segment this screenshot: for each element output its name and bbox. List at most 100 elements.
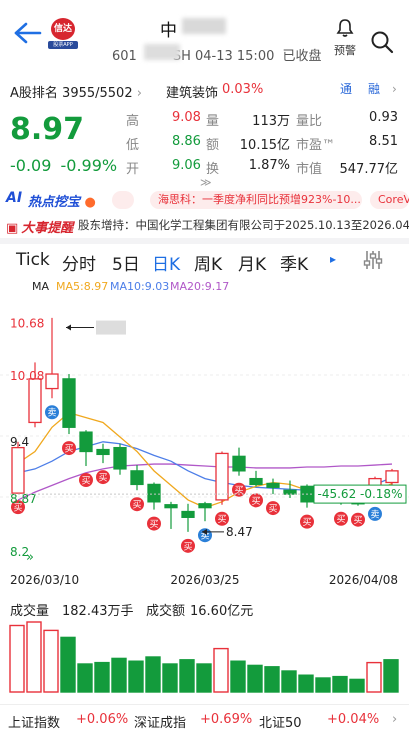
news-pill[interactable]: 海思科：一季度净利同比预增923%-10... (150, 191, 362, 209)
candle-body (96, 448, 110, 456)
broker-logo: 信达 股票APP (48, 16, 78, 50)
volume-bar (315, 677, 331, 693)
volume-bar (213, 647, 229, 693)
tab-5[interactable]: 月K (238, 250, 266, 275)
calendar-icon: ▣ (6, 221, 19, 236)
tab-1[interactable]: 分时 (62, 250, 96, 275)
chevron-right-icon: › (136, 86, 142, 101)
stat-label: 市盈™ (296, 138, 336, 153)
chevron-right-icon[interactable]: › (392, 82, 397, 96)
tab-2[interactable]: 5日 (112, 250, 140, 275)
signal-text: 买 (81, 476, 90, 487)
back-arrow-icon[interactable] (12, 20, 42, 46)
tab-6[interactable]: 季K (280, 250, 308, 275)
stat-label: 量 (206, 114, 220, 129)
tab-0[interactable]: Tick (16, 250, 50, 270)
settings-sliders-icon[interactable] (362, 248, 384, 272)
volume-bar (26, 621, 42, 693)
sector-name[interactable]: 建筑装饰 (166, 82, 218, 101)
volume-bar (281, 670, 297, 693)
a-share-rank[interactable]: A股排名 3955/5502 › (10, 82, 142, 101)
signal-text: 买 (149, 519, 158, 530)
tag-rong: 融 (368, 82, 381, 96)
volume-bar (247, 664, 263, 693)
candle-body (130, 470, 144, 486)
candle-body (147, 483, 161, 503)
alert-button[interactable]: 预警 (330, 18, 360, 62)
stat-value: 9.08 (172, 110, 201, 125)
stat-label: 市值 (296, 162, 323, 177)
candle-body (385, 470, 399, 484)
more-tabs-icon[interactable]: ▸ (330, 252, 336, 266)
event-badge-label: 大事提醒 (21, 221, 74, 236)
volume-bar (9, 624, 25, 693)
signal-text: 卖 (47, 408, 56, 419)
candle-body (266, 482, 280, 488)
y-label: 9.4 (10, 435, 29, 449)
volume-bar (298, 674, 314, 693)
rank-value: 3955/5502 (62, 86, 133, 101)
stat-value: 10.15亿 (239, 138, 290, 153)
index-sz-change: +0.69% (200, 712, 253, 727)
signal-text: 买 (336, 514, 345, 525)
candle-body (113, 446, 127, 470)
volume-bar (77, 663, 93, 693)
stat-value: 0.93 (369, 110, 398, 125)
y-label: 10.08 (10, 369, 44, 383)
candle-body (164, 504, 178, 509)
stat-value: 8.86 (172, 134, 201, 149)
signal-text: 卖 (370, 509, 379, 520)
volume-bar (230, 660, 246, 693)
index-sh-change: +0.06% (76, 712, 129, 727)
tab-4[interactable]: 周K (194, 250, 222, 275)
tag-tong: 通 (340, 82, 353, 96)
volume-bar (128, 660, 144, 693)
signal-text: 买 (353, 515, 362, 526)
event-reminder-badge: ▣ 大事提醒 (6, 217, 73, 236)
signal-text: 买 (217, 514, 226, 525)
divider (0, 238, 409, 244)
stat-value: 9.06 (172, 158, 201, 173)
status-bar (0, 0, 409, 10)
chevron-right-icon[interactable]: › (392, 712, 397, 727)
index-sh-name[interactable]: 上证指数 (8, 712, 60, 731)
volume-chart[interactable] (0, 618, 409, 696)
ma10-value: MA10:9.03 (110, 280, 170, 293)
amount-value: 16.60亿元 (190, 604, 254, 619)
y-label-max: 10.68 (10, 317, 44, 331)
ai-hot-label[interactable]: 热点挖宝 ● (24, 191, 96, 210)
index-bz50-name[interactable]: 北证50 (259, 712, 302, 731)
volume-bar (60, 636, 76, 693)
stat-label: 低 (126, 138, 140, 153)
candle-body (62, 378, 76, 428)
candle-body (45, 373, 59, 390)
index-sz-name[interactable]: 深证成指 (134, 712, 186, 731)
stat-value: 1.87% (248, 158, 290, 173)
volume-bar (264, 666, 280, 693)
zoom-icon: » (26, 550, 34, 565)
expand-icon[interactable]: ≫ (200, 176, 212, 189)
tab-3[interactable]: 日K (152, 250, 180, 275)
stat-label: 换 (206, 162, 220, 177)
search-icon[interactable] (370, 30, 394, 54)
signal-text: 买 (302, 517, 311, 528)
ma20-value: MA20:9.17 (170, 280, 230, 293)
event-text[interactable]: 股东增持：中国化学工程集团有限公司于2025.10.13至2026.04.0..… (78, 217, 409, 233)
ma5-value: MA5:8.97 (56, 280, 109, 293)
high-arrow-head (66, 324, 71, 331)
amount-label: 成交额 (146, 604, 186, 619)
signal-text: 买 (251, 496, 260, 507)
signal-text: 买 (98, 473, 107, 484)
candlestick-chart[interactable]: 买卖买买 买买买买卖买买买买买买买卖10.6810.089.48.878.28.4… (0, 296, 409, 596)
ma-label: MA (32, 280, 50, 293)
news-pill[interactable]: CoreV (370, 191, 409, 209)
peach-icon: ● (84, 195, 96, 210)
news-pill[interactable] (112, 191, 134, 209)
hover-text: -45.62 -0.18% (318, 487, 403, 501)
volume-bar (94, 661, 110, 693)
code-redacted (144, 44, 180, 60)
sector-change: 0.03% (222, 82, 264, 97)
candle-body (11, 446, 25, 494)
signal-text: 买 (64, 444, 73, 455)
candle-body (215, 452, 229, 501)
